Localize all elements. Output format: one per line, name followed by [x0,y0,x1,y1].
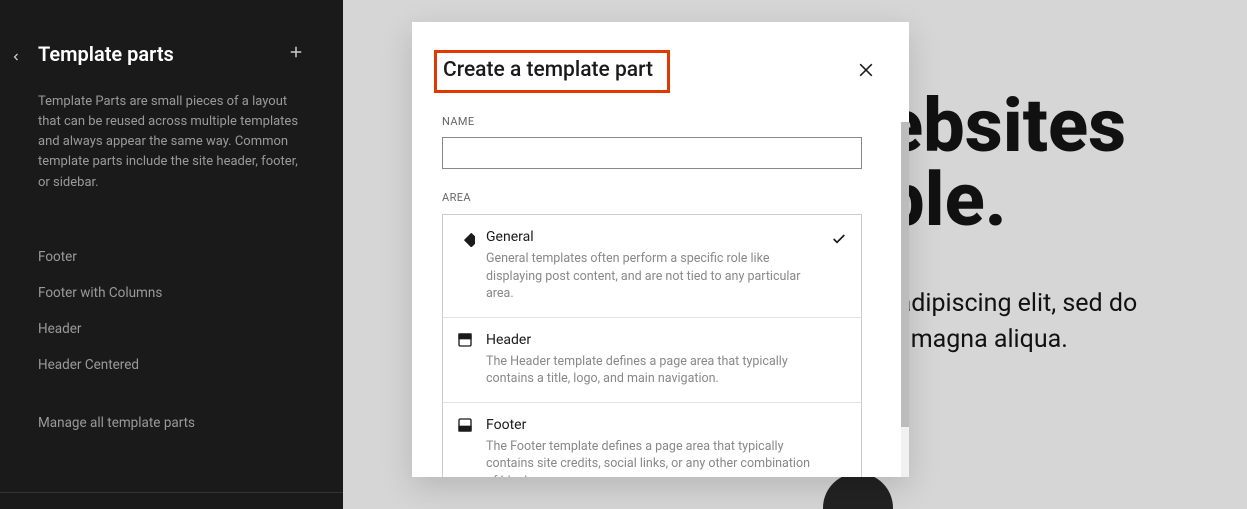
sidebar-header: Template parts [38,42,305,66]
sidebar-item-header[interactable]: Header [38,311,305,347]
modal-scrollbar[interactable]: ▴ ▾ [901,122,909,477]
back-chevron-icon[interactable] [10,48,22,67]
modal-title-highlight: Create a template part [434,50,670,93]
area-name: Header [486,332,847,348]
area-option-text: General General templates often perform … [486,229,847,303]
modal-header: Create a template part [442,50,879,93]
sidebar: Template parts Template Parts are small … [0,0,343,509]
area-option-general[interactable]: General General templates often perform … [443,215,861,318]
area-option-footer[interactable]: Footer The Footer template defines a pag… [443,403,861,478]
area-name: General [486,229,847,245]
sidebar-title: Template parts [38,42,287,66]
sidebar-item-footer-columns[interactable]: Footer with Columns [38,275,305,311]
area-description: General templates often perform a specif… [486,250,816,303]
area-option-header[interactable]: Header The Header template defines a pag… [443,318,861,403]
avatar [823,473,893,509]
area-list: General General templates often perform … [442,214,862,477]
sidebar-description: Template Parts are small pieces of a lay… [38,92,305,193]
check-icon [831,231,847,251]
hero-title-line1: ebsites [883,83,1126,170]
create-template-part-modal: ▴ ▾ Create a template part NAME AREA Gen… [412,22,909,477]
sidebar-item-header-centered[interactable]: Header Centered [38,347,305,383]
footer-icon [457,417,475,435]
sidebar-divider [0,492,343,493]
header-icon [457,332,475,350]
hero-sub-line2: re magna aliqua. [883,325,1068,354]
sidebar-item-footer[interactable]: Footer [38,239,305,275]
area-description: The Header template defines a page area … [486,353,816,388]
add-template-part-button[interactable] [287,43,305,65]
hero-subtitle: r adipiscing elit, sed do re magna aliqu… [883,286,1227,359]
name-field-label: NAME [442,115,879,128]
name-input[interactable] [442,137,862,169]
area-option-text: Footer The Footer template defines a pag… [486,417,847,478]
area-option-text: Header The Header template defines a pag… [486,332,847,388]
close-icon[interactable] [856,60,876,84]
manage-all-link[interactable]: Manage all template parts [38,415,305,431]
general-icon [457,229,475,247]
sidebar-list: Footer Footer with Columns Header Header… [38,239,305,383]
scrollbar-thumb[interactable] [901,122,909,427]
area-description: The Footer template defines a page area … [486,438,816,478]
modal-title: Create a template part [443,58,653,82]
hero-sub-line1: r adipiscing elit, sed do [883,289,1137,318]
area-field-label: AREA [442,191,879,204]
hero-title: ebsites ple. [883,90,1227,238]
area-name: Footer [486,417,847,433]
